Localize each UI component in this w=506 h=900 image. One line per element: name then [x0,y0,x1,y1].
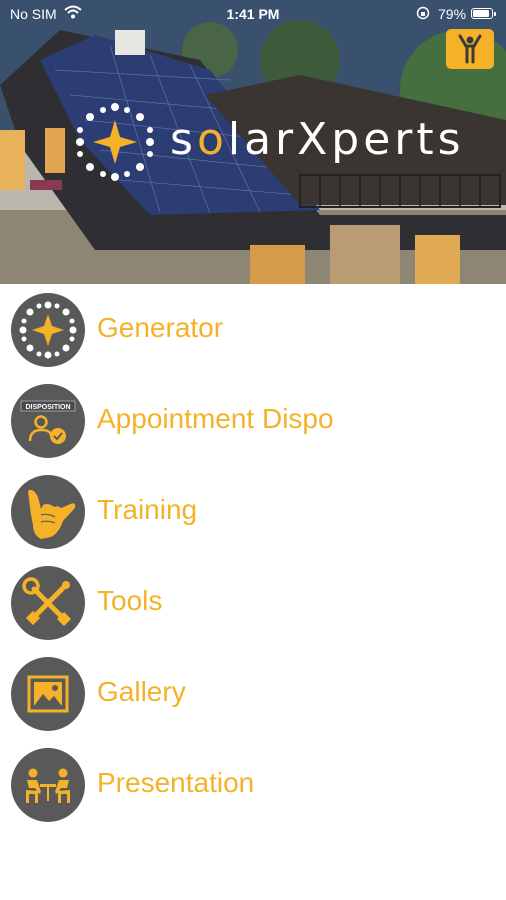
menu-item-gallery[interactable]: Gallery [0,648,506,739]
shaka-hand-icon [11,475,85,549]
menu-item-appointment-dispo[interactable]: DISPOSITION Appointment Dispo [0,375,506,466]
hero-banner: No SIM 1:41 PM 79% solarXperts [0,0,506,284]
menu-item-generator[interactable]: Generator [0,284,506,375]
solarxperts-logo: solarXperts [70,102,461,182]
gallery-icon [11,657,85,731]
generator-icon [11,293,85,367]
brand-wordmark: solarXperts [170,114,465,165]
menu-label-gallery: Gallery [97,676,186,707]
status-bar: No SIM 1:41 PM 79% [0,0,506,28]
presentation-icon [11,748,85,822]
battery-percent: 79% [438,6,467,22]
menu-label-training: Training [97,494,198,525]
menu-item-tools[interactable]: Tools [0,557,506,648]
person-arms-up-icon [458,34,482,64]
disposition-icon: DISPOSITION [11,384,85,458]
profile-button[interactable] [446,29,494,69]
menu-label-generator: Generator [97,312,224,343]
menu-item-training[interactable]: Training [0,466,506,557]
rotation-lock-icon [416,6,430,23]
menu-label-tools: Tools [97,585,163,616]
svg-text:DISPOSITION: DISPOSITION [25,404,70,411]
menu-item-presentation[interactable]: Presentation [0,739,506,830]
menu-label-appointment-dispo: Appointment Dispo [97,403,334,434]
logo-mark-icon [76,103,154,181]
menu-label-presentation: Presentation [97,767,255,798]
battery-icon [471,8,496,19]
status-time: 1:41 PM [226,6,280,22]
tools-icon [11,566,85,640]
